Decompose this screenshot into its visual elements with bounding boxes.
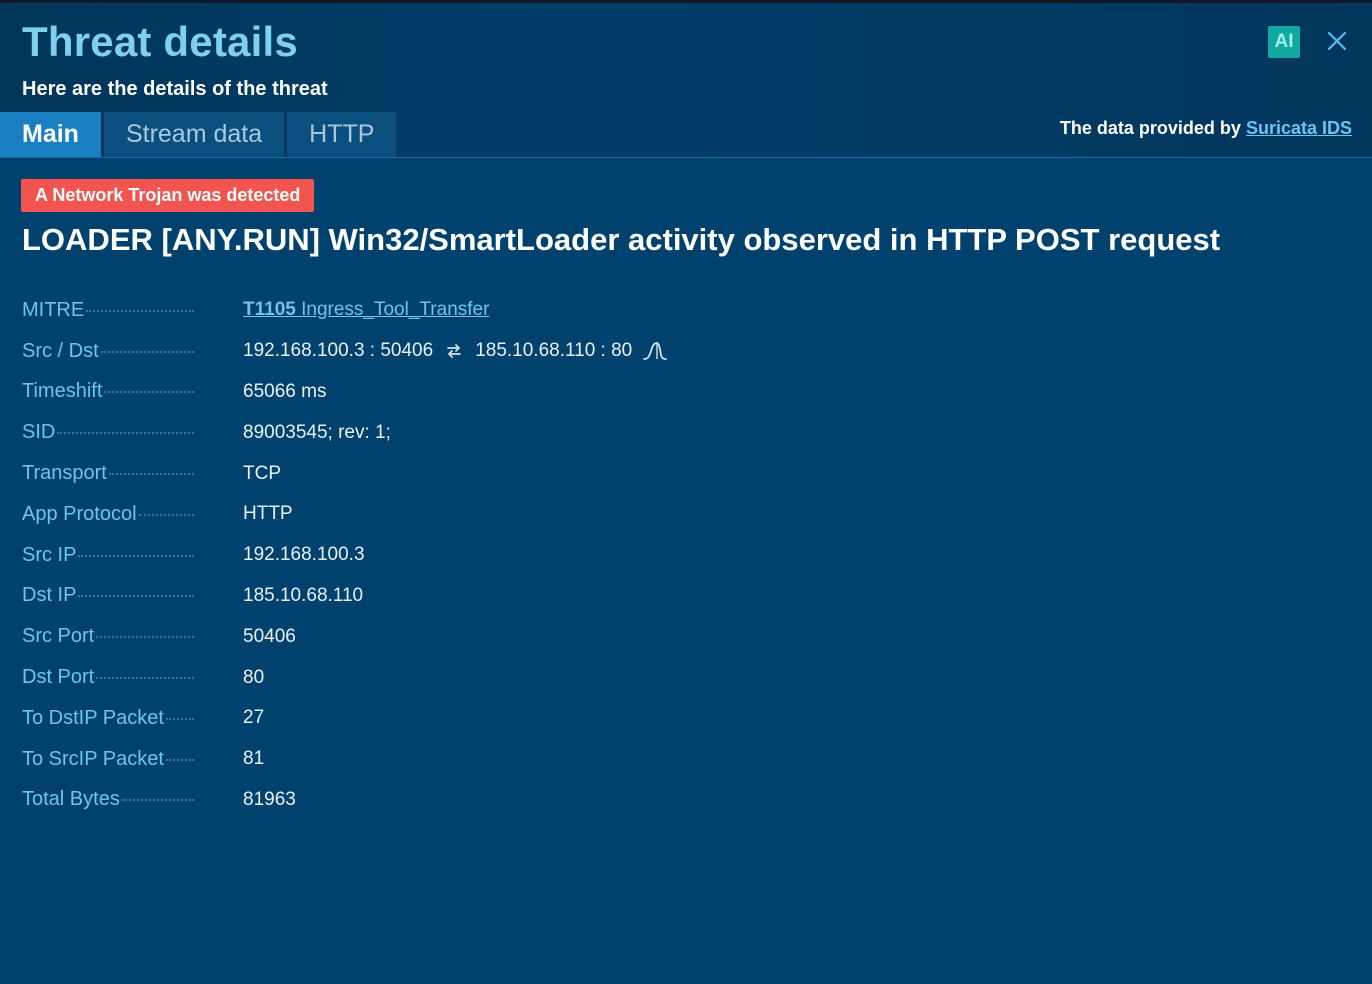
detail-row-src-port: Src Port 50406: [22, 616, 922, 657]
detail-label: Dst IP: [22, 584, 194, 607]
provider-prefix: The data provided by: [1059, 118, 1241, 138]
mitre-technique-id: T1105: [243, 299, 296, 321]
tab-http[interactable]: HTTP: [287, 112, 397, 157]
detail-label: SID: [22, 421, 194, 444]
detail-value: 50406: [243, 625, 296, 647]
detail-label: App Protocol: [22, 503, 194, 526]
close-button[interactable]: [1324, 28, 1350, 54]
detail-label: To DstIP Packet: [22, 707, 194, 730]
close-icon: [1327, 31, 1347, 51]
threat-name: LOADER [ANY.RUN] Win32/SmartLoader activ…: [22, 222, 1221, 257]
tab-stream-data[interactable]: Stream data: [103, 112, 285, 157]
detail-value: 185.10.68.110: [243, 584, 364, 606]
dialog-header: Threat details Here are the details of t…: [0, 3, 1372, 158]
ai-button[interactable]: AI: [1268, 26, 1300, 58]
detail-label: Src IP: [22, 544, 194, 567]
detail-label: Src Port: [22, 625, 194, 648]
detail-label: MITRE: [22, 299, 194, 322]
detail-row-sid: SID 89003545; rev: 1;: [22, 412, 922, 453]
detail-row-src-dst: Src / Dst 192.168.100.3 : 50406 185.10.6…: [22, 331, 922, 372]
mitre-technique-name: Ingress_Tool_Transfer: [301, 299, 490, 321]
detail-row-src-ip: Src IP 192.168.100.3: [22, 535, 922, 576]
provider-link[interactable]: Suricata IDS: [1246, 118, 1352, 138]
src-endpoint: 192.168.100.3 : 50406: [243, 340, 434, 362]
detail-value: 27: [243, 707, 265, 729]
connection-graph-icon[interactable]: [642, 341, 668, 361]
detail-value: 81: [243, 748, 265, 770]
detail-row-dst-port: Dst Port 80: [22, 657, 922, 698]
detail-row-mitre: MITRE T1105 Ingress_Tool_Transfer: [22, 290, 922, 331]
mitre-technique-link[interactable]: T1105 Ingress_Tool_Transfer: [243, 299, 489, 321]
detail-value: 65066 ms: [243, 380, 327, 402]
main-tab-content: A Network Trojan was detected LOADER [AN…: [0, 158, 1372, 984]
detail-row-app-protocol: App Protocol HTTP: [22, 494, 922, 535]
alert-class-badge: A Network Trojan was detected: [21, 179, 315, 212]
tab-main[interactable]: Main: [0, 112, 101, 157]
detail-label: Transport: [22, 462, 194, 485]
detail-row-dst-ip: Dst IP 185.10.68.110: [22, 576, 922, 617]
data-provider-note: The data provided by Suricata IDS: [1060, 118, 1352, 139]
detail-value: 192.168.100.3: [243, 544, 365, 566]
swap-arrows-icon: [445, 342, 463, 360]
detail-value: 89003545; rev: 1;: [243, 421, 391, 443]
detail-label: Src / Dst: [22, 340, 194, 363]
detail-value: 80: [243, 666, 265, 688]
detail-row-transport: Transport TCP: [22, 453, 922, 494]
detail-value: T1105 Ingress_Tool_Transfer: [243, 299, 489, 321]
detail-row-timeshift: Timeshift 65066 ms: [22, 372, 922, 413]
detail-value: TCP: [243, 462, 281, 484]
detail-row-to-srcip-packet: To SrcIP Packet 81: [22, 739, 922, 780]
detail-label: Total Bytes: [22, 788, 194, 811]
detail-label: Dst Port: [22, 666, 194, 689]
detail-value: 81963: [243, 788, 296, 810]
dialog-subtitle: Here are the details of the threat: [22, 78, 328, 100]
detail-value: 192.168.100.3 : 50406 185.10.68.110 : 80: [243, 340, 668, 362]
detail-label: Timeshift: [22, 380, 194, 403]
dialog-title: Threat details: [22, 18, 298, 65]
detail-value: HTTP: [243, 503, 293, 525]
detail-label: To SrcIP Packet: [22, 748, 194, 771]
tab-bar: Main Stream data HTTP: [0, 112, 399, 157]
dst-endpoint: 185.10.68.110 : 80: [475, 340, 633, 362]
detail-row-total-bytes: Total Bytes 81963: [22, 780, 922, 821]
detail-row-to-dstip-packet: To DstIP Packet 27: [22, 698, 922, 739]
details-list: MITRE T1105 Ingress_Tool_Transfer Src / …: [22, 290, 922, 820]
threat-details-dialog: Threat details Here are the details of t…: [0, 0, 1372, 984]
